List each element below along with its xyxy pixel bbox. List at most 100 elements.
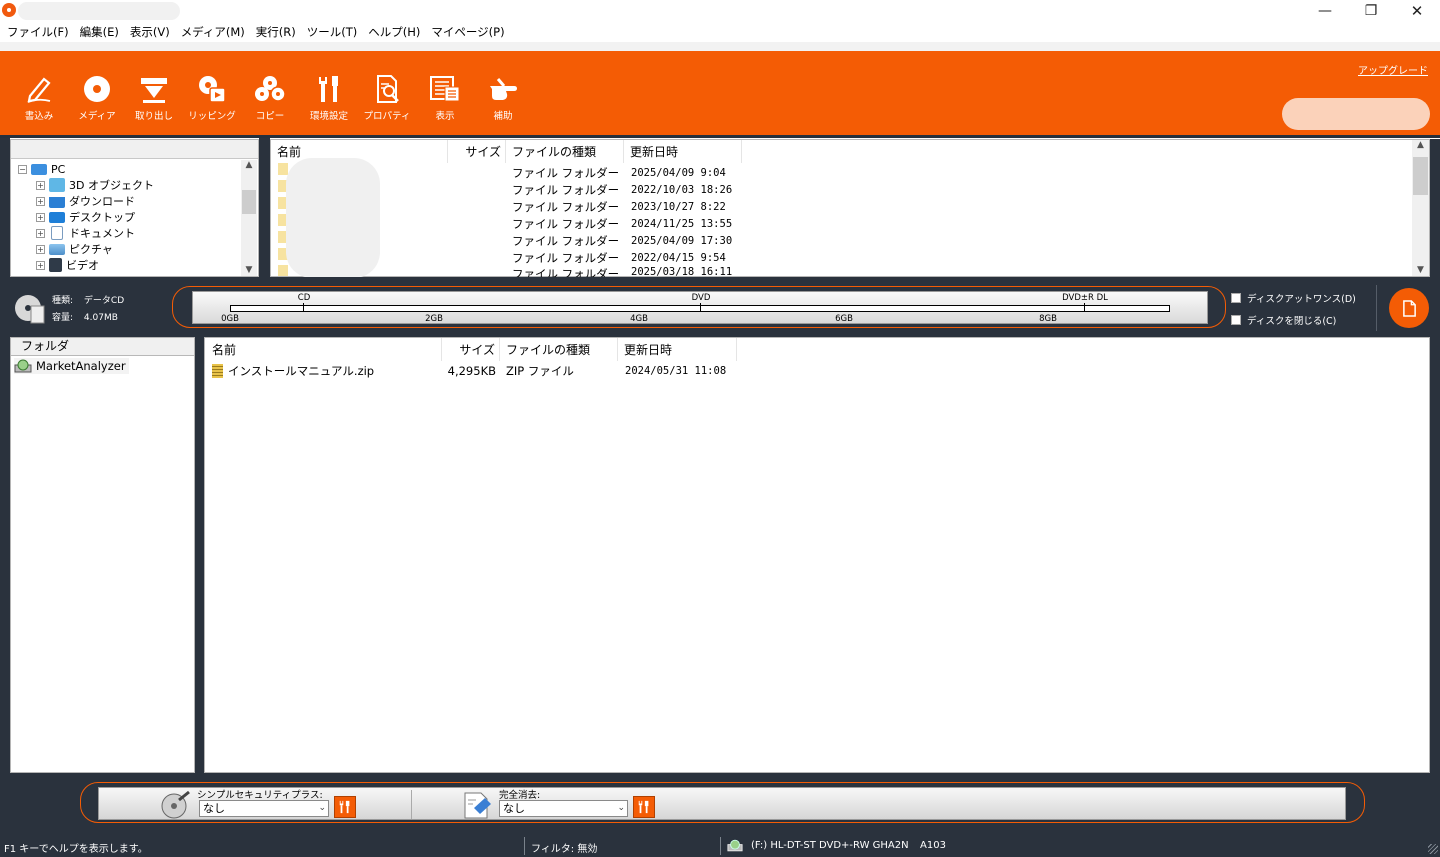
list-row-modified: 2025/04/09 9:04 [631, 166, 726, 179]
eject-icon [141, 78, 167, 103]
menu-help[interactable]: ヘルプ(H) [363, 24, 426, 40]
tree-scroll-thumb[interactable] [242, 190, 256, 214]
new-project-button[interactable] [1389, 288, 1429, 328]
dvd-dl-marker-label: DVD±R DL [1062, 293, 1108, 303]
tools-icon [638, 800, 649, 814]
scroll-down-icon[interactable]: ▼ [241, 265, 257, 275]
scale-label: 4GB [630, 314, 648, 324]
scroll-up-icon[interactable]: ▲ [241, 160, 257, 170]
col-header-size[interactable]: サイズ [448, 140, 506, 163]
collapse-icon[interactable]: − [18, 164, 27, 174]
col-header-modified[interactable]: 更新日時 [624, 140, 742, 163]
erase-select[interactable]: なし ⌄ [499, 800, 628, 817]
file-row[interactable]: インストールマニュアル.zip [212, 362, 374, 379]
col-header-size[interactable]: サイズ [442, 338, 500, 361]
3d-objects-icon [49, 178, 65, 192]
expand-icon[interactable]: + [36, 244, 45, 254]
list-scrollbar[interactable]: ▲ ▼ [1412, 140, 1429, 276]
list-row-type[interactable]: ファイル フォルダー [512, 181, 619, 198]
scroll-up-icon[interactable]: ▲ [1412, 140, 1429, 150]
list-row-type[interactable]: ファイル フォルダー [512, 232, 619, 249]
ripping-button[interactable]: リッピング [185, 74, 239, 124]
list-row-type[interactable]: ファイル フォルダー [512, 198, 619, 215]
erase-settings-button[interactable] [633, 796, 655, 818]
list-row-type[interactable]: ファイル フォルダー [512, 164, 619, 181]
col-header-type[interactable]: ファイルの種類 [506, 140, 624, 163]
list-scroll-thumb[interactable] [1413, 157, 1428, 195]
menu-tools[interactable]: ツール(T) [302, 24, 364, 40]
menu-mypage[interactable]: マイページ(P) [426, 24, 510, 40]
media-button[interactable]: メディア [70, 74, 124, 124]
simple-security-select[interactable]: なし ⌄ [199, 800, 329, 817]
eject-button[interactable]: 取り出し [127, 74, 181, 124]
expand-icon[interactable]: + [36, 196, 45, 206]
disc-at-once-label: ディスクアットワンス(D) [1247, 294, 1356, 305]
tree-scrollbar[interactable]: ▲ ▼ [241, 160, 257, 276]
close-disc-checkbox[interactable]: ディスクを閉じる(C) [1231, 313, 1336, 327]
tree-item-3d[interactable]: + 3D オブジェクト [18, 177, 240, 193]
minimize-button[interactable]: — [1302, 0, 1348, 22]
resize-grip-icon[interactable] [1428, 844, 1438, 854]
view-label: 表示 [435, 111, 455, 122]
scroll-down-icon[interactable]: ▼ [1412, 265, 1429, 275]
list-row-type[interactable]: ファイル フォルダー [512, 266, 619, 277]
status-help: F1 キーでヘルプを表示します。 [4, 844, 148, 855]
menu-media[interactable]: メディア(M) [176, 24, 251, 40]
col-header-modified[interactable]: 更新日時 [618, 338, 737, 361]
simple-security-settings-button[interactable] [334, 796, 356, 818]
splitter-bottom[interactable] [195, 337, 204, 773]
properties-button[interactable]: プロパティ [360, 74, 414, 124]
pictures-icon [49, 243, 65, 255]
tree-item-pc[interactable]: − PC [18, 161, 240, 177]
menu-edit[interactable]: 編集(E) [75, 24, 125, 40]
upgrade-link[interactable]: アップグレード [1358, 62, 1428, 77]
menu-run[interactable]: 実行(R) [251, 24, 302, 40]
account-redacted [1282, 98, 1430, 130]
tree-item-videos[interactable]: + ビデオ [18, 257, 240, 273]
document-icon [51, 226, 63, 240]
scale-label: 8GB [1039, 314, 1057, 324]
tree-item-downloads[interactable]: + ダウンロード [18, 193, 240, 209]
tree-label: ダウンロード [69, 195, 135, 208]
copy-label: コピー [255, 111, 285, 122]
file-size: 4,295KB [447, 363, 496, 378]
settings-label: 環境設定 [309, 111, 348, 122]
checkbox-box[interactable] [1231, 315, 1241, 325]
disc-root-item[interactable]: MarketAnalyzer [14, 358, 129, 374]
expand-icon[interactable]: + [36, 260, 45, 270]
list-row-modified: 2024/11/25 13:55 [631, 217, 733, 230]
drive-icon [727, 839, 743, 852]
left-frame [0, 138, 10, 835]
disc-capacity-value: 4.07MB [83, 313, 118, 323]
list-row-type[interactable]: ファイル フォルダー [512, 215, 619, 232]
settings-button[interactable]: 環境設定 [302, 74, 356, 124]
col-header-name[interactable]: 名前 [205, 338, 442, 361]
tree-item-documents[interactable]: + ドキュメント [18, 225, 240, 241]
chevron-down-icon: ⌄ [617, 803, 625, 813]
view-button[interactable]: 表示 [418, 74, 472, 124]
col-header-type[interactable]: ファイルの種類 [500, 338, 618, 361]
disc-folder-pane [10, 337, 195, 773]
list-row-type[interactable]: ファイル フォルダー [512, 249, 619, 266]
close-button[interactable]: ✕ [1394, 0, 1440, 22]
expand-icon[interactable]: + [36, 180, 45, 190]
tree-item-pictures[interactable]: + ピクチャ [18, 241, 240, 257]
tree-label-pc: PC [51, 162, 66, 176]
disc-capacity: 容量: 4.07MB [52, 310, 118, 323]
tree-item-desktop[interactable]: + デスクトップ [18, 209, 240, 225]
checkbox-box[interactable] [1231, 293, 1241, 303]
file-name: インストールマニュアル.zip [228, 363, 375, 378]
burn-button[interactable]: 書込み [12, 74, 66, 124]
erase-value: なし [503, 802, 525, 815]
expand-icon[interactable]: + [36, 212, 45, 222]
copy-button[interactable]: コピー [243, 74, 297, 124]
expand-icon[interactable]: + [36, 228, 45, 238]
document-icon [1402, 299, 1416, 317]
disc-at-once-checkbox[interactable]: ディスクアットワンス(D) [1231, 291, 1356, 305]
restore-button[interactable]: ❐ [1348, 0, 1394, 22]
menu-view[interactable]: 表示(V) [125, 24, 176, 40]
menu-file[interactable]: ファイル(F) [2, 24, 75, 40]
assist-button[interactable]: 補助 [476, 74, 530, 124]
app-logo-icon[interactable] [2, 3, 16, 17]
splitter-top[interactable] [259, 138, 270, 277]
